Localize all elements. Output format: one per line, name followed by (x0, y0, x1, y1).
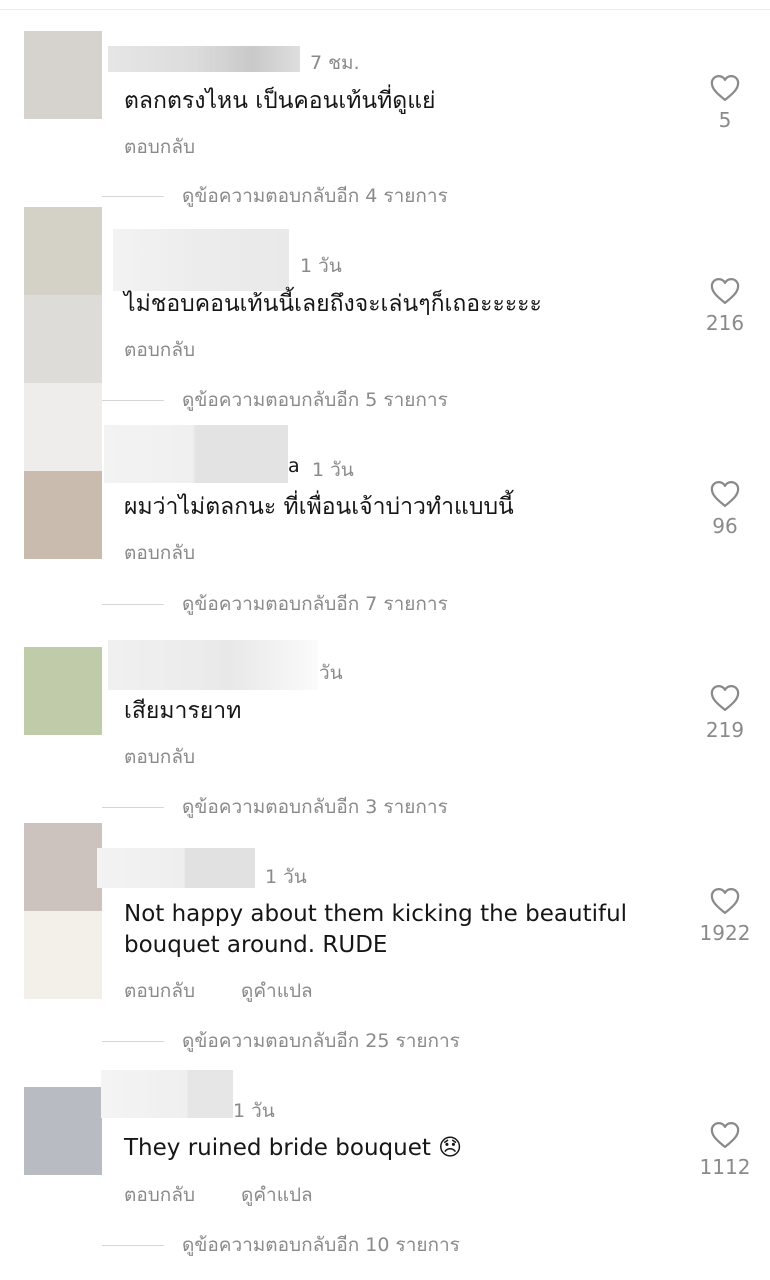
like-button[interactable]: 219 (698, 684, 752, 742)
username-redacted[interactable] (97, 848, 255, 888)
like-button[interactable]: 1922 (698, 887, 752, 945)
comment-time: 7 ชม. (310, 52, 360, 74)
comment-text: Not happy about them kicking the beautif… (124, 901, 628, 958)
view-more-label: ดูข้อความตอบกลับอีก 3 รายการ (182, 796, 448, 818)
view-more-replies[interactable]: ดูข้อความตอบกลับอีก 7 รายการ (102, 591, 448, 617)
comment-text: ตลกตรงไหน เป็นคอนเท้นที่ดูแย่ (124, 88, 436, 114)
username-redacted[interactable] (108, 46, 300, 72)
like-count: 1112 (699, 1155, 751, 1179)
like-button[interactable]: 96 (698, 480, 752, 538)
like-count: 96 (712, 514, 738, 538)
comment-time: 1 วัน (312, 459, 354, 481)
reply-button[interactable]: ตอบกลับ (124, 538, 195, 568)
reply-button[interactable]: ตอบกลับ (124, 742, 195, 772)
avatar[interactable] (24, 31, 102, 119)
like-count: 1922 (699, 921, 751, 945)
username-redacted[interactable] (108, 640, 318, 690)
heart-outline-icon (710, 75, 740, 101)
avatar[interactable] (24, 647, 102, 735)
view-more-replies[interactable]: ดูข้อความตอบกลับอีก 25 รายการ (102, 1028, 460, 1054)
view-more-label: ดูข้อความตอบกลับอีก 7 รายการ (182, 593, 448, 615)
view-more-replies[interactable]: ดูข้อความตอบกลับอีก 4 รายการ (102, 183, 448, 209)
username-redacted[interactable] (113, 229, 289, 291)
divider-line (102, 399, 164, 401)
comment-text: ไม่ชอบคอนเท้นนี้เลยถึงจะเล่นๆก็เถอะะะะะ (124, 291, 542, 317)
comment-time: 1 วัน (265, 866, 307, 888)
view-more-label: ดูข้อความตอบกลับอีก 4 รายการ (182, 185, 448, 207)
avatar[interactable] (24, 823, 102, 999)
like-button[interactable]: 5 (698, 74, 752, 132)
view-more-label: ดูข้อความตอบกลับอีก 10 รายการ (182, 1234, 460, 1256)
comment-text: ผมว่าไม่ตลกนะ ที่เพื่อนเจ้าบ่าวทำแบบนี้ (124, 494, 514, 520)
reply-button[interactable]: ตอบกลับ (124, 1180, 195, 1210)
like-count: 216 (705, 311, 745, 335)
reply-button[interactable]: ตอบกลับ (124, 976, 195, 1006)
avatar[interactable] (24, 207, 102, 383)
view-more-replies[interactable]: ดูข้อความตอบกลับอีก 10 รายการ (102, 1232, 460, 1258)
like-count: 5 (718, 108, 732, 132)
heart-outline-icon (710, 685, 740, 711)
comment-text: เสียมารยาท (124, 698, 242, 724)
username-fragment[interactable]: a (288, 455, 300, 477)
view-more-replies[interactable]: ดูข้อความตอบกลับอีก 5 รายการ (102, 387, 448, 413)
heart-outline-icon (710, 278, 740, 304)
username-redacted[interactable] (104, 425, 288, 483)
avatar[interactable] (24, 1087, 102, 1175)
avatar[interactable] (24, 383, 102, 559)
heart-outline-icon (710, 888, 740, 914)
reply-button[interactable]: ตอบกลับ (124, 132, 195, 162)
like-count: 219 (705, 718, 745, 742)
like-button[interactable]: 1112 (698, 1121, 752, 1179)
username-redacted[interactable] (101, 1070, 233, 1118)
comment-time: วัน (319, 662, 343, 684)
heart-outline-icon (710, 1122, 740, 1148)
divider-line (102, 1244, 164, 1246)
reply-button[interactable]: ตอบกลับ (124, 335, 195, 365)
comment-text: They ruined bride bouquet 😞 (124, 1135, 463, 1161)
divider-line (102, 806, 164, 808)
comment-time: 1 วัน (300, 255, 342, 277)
comment-time: 1 วัน (233, 1100, 275, 1122)
heart-outline-icon (710, 481, 740, 507)
divider-line (102, 603, 164, 605)
divider-line (102, 1040, 164, 1042)
translate-button[interactable]: ดูคำแปล (241, 1180, 313, 1210)
view-more-label: ดูข้อความตอบกลับอีก 5 รายการ (182, 389, 448, 411)
top-divider (0, 9, 770, 10)
translate-button[interactable]: ดูคำแปล (241, 976, 313, 1006)
view-more-label: ดูข้อความตอบกลับอีก 25 รายการ (182, 1030, 460, 1052)
divider-line (102, 195, 164, 197)
view-more-replies[interactable]: ดูข้อความตอบกลับอีก 3 รายการ (102, 794, 448, 820)
like-button[interactable]: 216 (698, 277, 752, 335)
